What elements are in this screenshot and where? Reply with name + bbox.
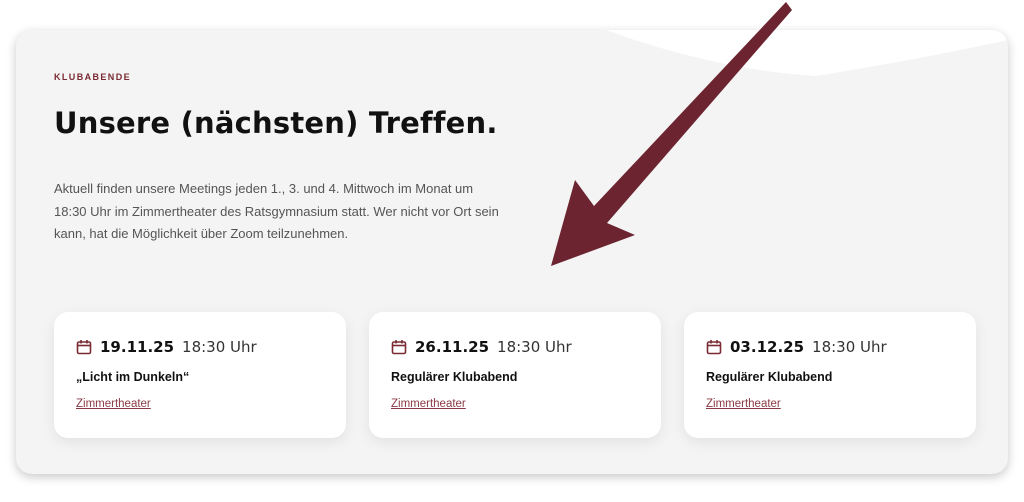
event-title: Regulärer Klubabend [391, 370, 518, 384]
event-date: 26.11.25 [415, 338, 490, 356]
event-date: 19.11.25 [100, 338, 175, 356]
events-section: KLUBABENDE Unsere (nächsten) Treffen. Ak… [16, 30, 1008, 474]
calendar-icon [391, 340, 407, 355]
section-eyebrow: KLUBABENDE [54, 72, 131, 82]
event-location-link[interactable]: Zimmertheater [706, 398, 781, 410]
section-description: Aktuell finden unsere Meetings jeden 1.,… [54, 181, 499, 241]
event-card[interactable]: 03.12.25 18:30 Uhr Regulärer Klubabend Z… [684, 312, 976, 438]
event-date-row: 26.11.25 18:30 Uhr [391, 338, 572, 356]
event-card[interactable]: 26.11.25 18:30 Uhr Regulärer Klubabend Z… [369, 312, 661, 438]
event-title: „Licht im Dunkeln“ [76, 370, 190, 384]
event-location-link[interactable]: Zimmertheater [76, 398, 151, 410]
event-time: 18:30 Uhr [497, 338, 572, 356]
event-date-row: 19.11.25 18:30 Uhr [76, 338, 257, 356]
event-date: 03.12.25 [730, 338, 805, 356]
event-time: 18:30 Uhr [182, 338, 257, 356]
calendar-icon [76, 340, 92, 355]
event-title: Regulärer Klubabend [706, 370, 833, 384]
section-title: Unsere (nächsten) Treffen. [54, 106, 498, 140]
calendar-icon [706, 340, 722, 355]
event-card[interactable]: 19.11.25 18:30 Uhr „Licht im Dunkeln“ Zi… [54, 312, 346, 438]
event-time: 18:30 Uhr [812, 338, 887, 356]
event-location-link[interactable]: Zimmertheater [391, 398, 466, 410]
event-date-row: 03.12.25 18:30 Uhr [706, 338, 887, 356]
